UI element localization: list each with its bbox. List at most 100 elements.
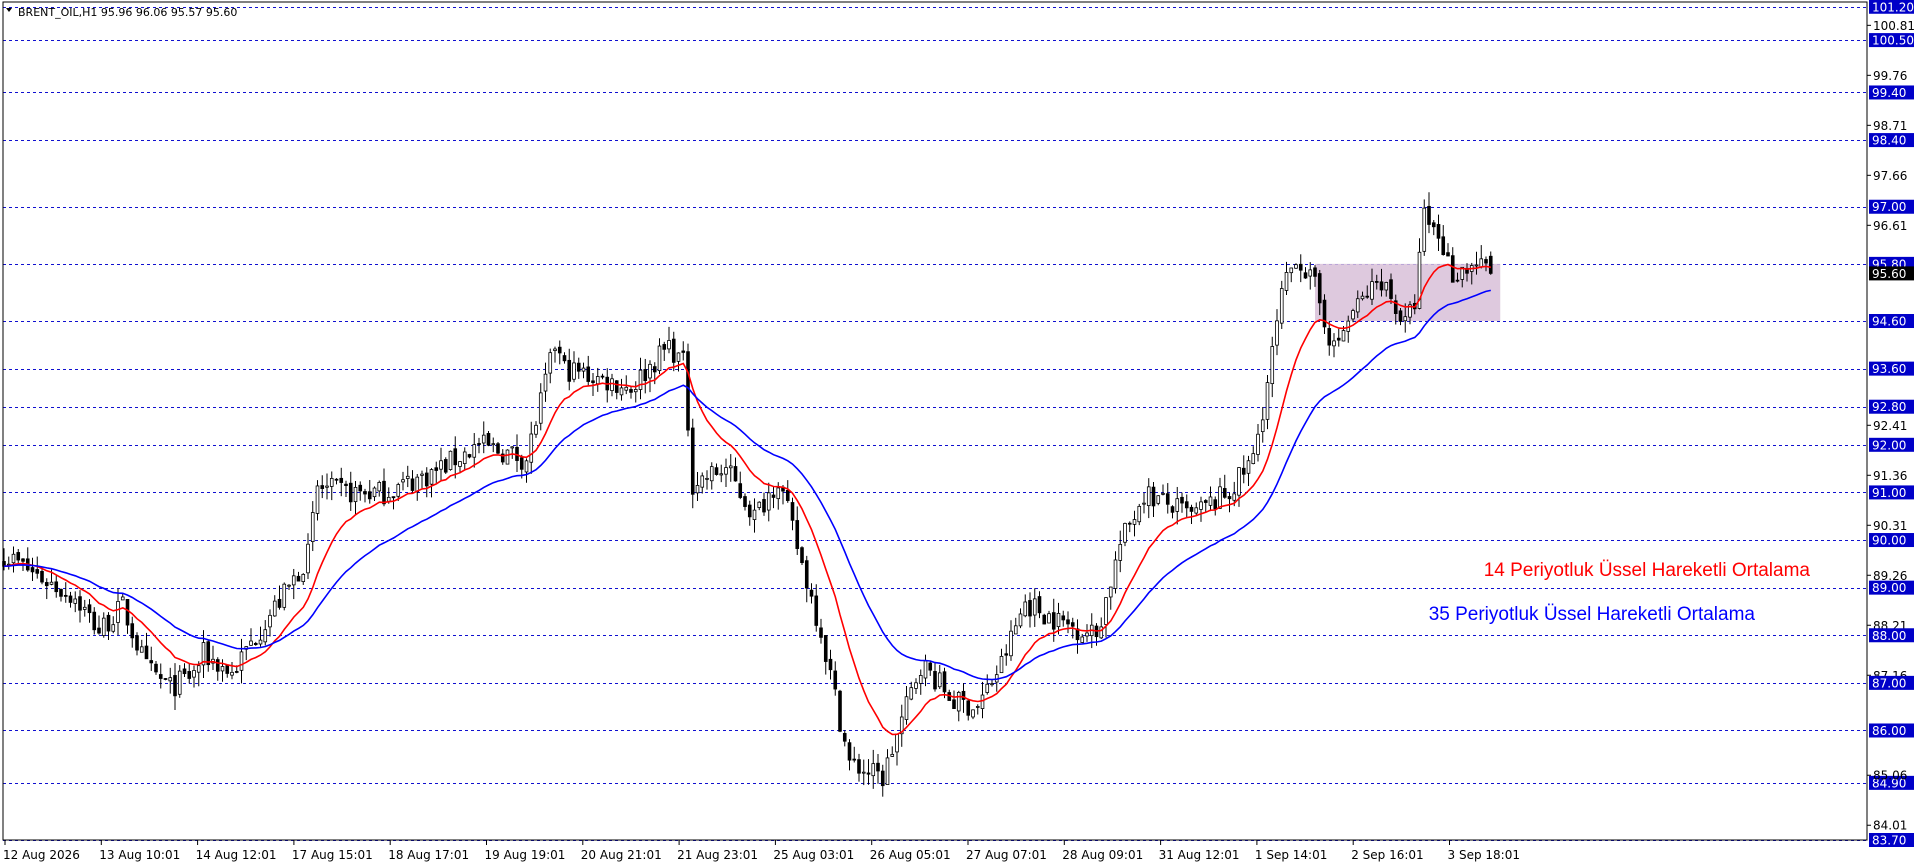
candle-body bbox=[966, 700, 971, 716]
y-tick-label: 92.41 bbox=[1873, 419, 1907, 433]
candle-body bbox=[1056, 612, 1061, 628]
candle-body bbox=[728, 465, 733, 469]
candle-body bbox=[401, 479, 405, 483]
candle-body bbox=[1142, 502, 1146, 505]
candle-body bbox=[1379, 281, 1384, 291]
candle-body bbox=[230, 671, 234, 676]
candle-body bbox=[410, 478, 415, 491]
candle-body bbox=[752, 509, 757, 521]
candle-body bbox=[130, 623, 135, 639]
candle-body bbox=[895, 733, 899, 753]
candle-body bbox=[92, 611, 97, 631]
candle-body bbox=[871, 763, 876, 777]
candle-body bbox=[344, 483, 348, 486]
candle-body bbox=[73, 598, 78, 604]
candle-body bbox=[852, 758, 857, 761]
candle-body bbox=[1436, 224, 1441, 239]
candle-body bbox=[154, 663, 158, 673]
candle-body bbox=[800, 547, 804, 564]
candle-body bbox=[1085, 632, 1089, 637]
candle-body bbox=[828, 658, 833, 671]
candle-body bbox=[367, 491, 372, 500]
candle-body bbox=[420, 473, 424, 476]
candle-body bbox=[1180, 496, 1184, 504]
candle-body bbox=[1208, 496, 1213, 506]
candle-body bbox=[923, 660, 928, 679]
candle-body bbox=[652, 366, 657, 373]
x-tick-label: 12 Aug 2026 bbox=[3, 848, 80, 862]
candle-body bbox=[1061, 615, 1066, 621]
candle-body bbox=[1355, 298, 1360, 313]
candle-body bbox=[1427, 205, 1431, 225]
x-tick-label: 25 Aug 03:01 bbox=[773, 848, 854, 862]
candle-body bbox=[1374, 281, 1379, 283]
candle-body bbox=[814, 595, 819, 626]
candle-body bbox=[714, 467, 719, 475]
candle-body bbox=[1037, 596, 1042, 614]
candle-body bbox=[1365, 295, 1370, 298]
candle-body bbox=[462, 451, 467, 464]
candle-body bbox=[1298, 263, 1303, 271]
candle-body bbox=[68, 595, 73, 603]
candle-body bbox=[638, 369, 643, 390]
level-label-text: 100.50 bbox=[1872, 34, 1914, 48]
candle-body bbox=[168, 677, 173, 682]
candle-body bbox=[453, 448, 458, 466]
candle-body bbox=[339, 477, 344, 483]
candle-body bbox=[443, 459, 448, 473]
x-tick-label: 20 Aug 21:01 bbox=[581, 848, 662, 862]
candle-body bbox=[581, 367, 586, 372]
candle-body bbox=[662, 344, 667, 350]
level-label-text: 88.00 bbox=[1872, 629, 1906, 643]
candle-body bbox=[1232, 493, 1237, 501]
candle-body bbox=[315, 485, 320, 514]
candle-body bbox=[263, 629, 268, 643]
candle-body bbox=[671, 338, 676, 363]
candle-body bbox=[519, 457, 524, 470]
candle-body bbox=[1104, 597, 1108, 625]
candle-body bbox=[1474, 264, 1479, 267]
candle-body bbox=[695, 485, 700, 494]
candle-body bbox=[358, 484, 363, 492]
candle-body bbox=[1294, 264, 1298, 269]
candle bbox=[496, 441, 500, 455]
candle bbox=[486, 430, 491, 447]
candle-body bbox=[733, 466, 738, 482]
candle-body bbox=[63, 594, 68, 597]
x-tick-label: 19 Aug 19:01 bbox=[485, 848, 566, 862]
level-label-text: 101.20 bbox=[1872, 0, 1914, 14]
candle-body bbox=[467, 454, 472, 458]
candle-body bbox=[158, 674, 163, 679]
candle-body bbox=[1118, 543, 1123, 561]
candle bbox=[505, 449, 510, 465]
candle-body bbox=[1251, 453, 1256, 465]
candle-body bbox=[415, 476, 420, 493]
candle-body bbox=[353, 486, 358, 503]
annotation-ema35: 35 Periyotluk Üssel Hareketli Ortalama bbox=[1429, 604, 1756, 625]
candle-body bbox=[1246, 460, 1251, 474]
x-tick-label: 2 Sep 16:01 bbox=[1351, 848, 1423, 862]
x-tick-label: 17 Aug 15:01 bbox=[292, 848, 373, 862]
candle-body bbox=[1241, 467, 1246, 475]
candle-body bbox=[225, 664, 230, 674]
candle-body bbox=[1161, 492, 1165, 495]
y-tick-label: 91.36 bbox=[1873, 469, 1907, 483]
candle-body bbox=[567, 359, 572, 382]
price-chart[interactable]: 101.20 100.81100.50 99.76 99.40 98.7198.40 97… bbox=[0, 0, 1916, 868]
candle-body bbox=[1275, 320, 1279, 346]
candle-body bbox=[1441, 236, 1446, 256]
candle-body bbox=[1256, 433, 1260, 455]
candle-body bbox=[1146, 486, 1151, 507]
candle-body bbox=[747, 504, 752, 518]
candle-body bbox=[885, 757, 890, 785]
candle-body bbox=[880, 770, 885, 787]
x-tick-label: 31 Aug 12:01 bbox=[1159, 848, 1240, 862]
price-zone[interactable] bbox=[1315, 263, 1501, 322]
candle-body bbox=[239, 651, 244, 671]
candle-body bbox=[1218, 486, 1222, 509]
candle-body bbox=[1080, 636, 1085, 643]
candle-body bbox=[1265, 382, 1270, 420]
candle-body bbox=[624, 386, 629, 391]
candle-body bbox=[904, 696, 909, 720]
candle-body bbox=[866, 772, 871, 775]
